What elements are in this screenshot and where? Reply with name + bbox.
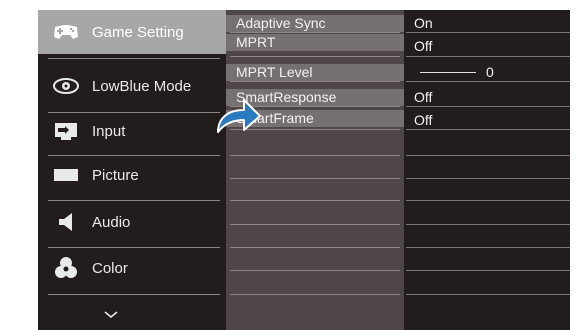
submenu-divider [230,81,400,82]
menu-item-color[interactable]: Color [38,246,226,290]
value-divider [406,129,570,130]
menu-item-label: LowBlue Mode [92,77,192,95]
value-divider [406,200,570,201]
menu-item-game-setting[interactable]: Game Setting [38,10,226,54]
menu-item-label: Game Setting [92,23,184,41]
value-label: On [414,15,433,31]
slider-track[interactable] [420,72,476,73]
osd-menu: Game Setting LowBlue Mode Input Picture … [38,10,570,330]
main-menu: Game Setting LowBlue Mode Input Picture … [38,10,226,330]
value-smartresponse[interactable]: Off [406,89,570,106]
menu-item-lowblue-mode[interactable]: LowBlue Mode [38,64,226,108]
submenu-item-label: Adaptive Sync [236,15,326,31]
value-divider [406,270,570,271]
value-mprt[interactable]: Off [406,38,570,55]
value-divider [406,155,570,156]
value-divider [406,178,570,179]
submenu-divider [230,294,400,295]
submenu-divider [230,56,400,57]
value-divider [406,224,570,225]
submenu-item-adaptive-sync[interactable]: Adaptive Sync [226,15,404,32]
menu-item-label: Picture [92,166,139,184]
value-divider [406,56,570,57]
value-adaptive-sync[interactable]: On [406,15,570,32]
speaker-icon [52,210,80,234]
picture-icon [52,163,80,187]
submenu-panel: Adaptive Sync MPRT MPRT Level SmartRespo… [226,10,404,330]
submenu-item-mprt[interactable]: MPRT [226,34,404,51]
submenu-divider [230,155,400,156]
submenu-divider [230,32,400,33]
menu-item-picture[interactable]: Picture [38,153,226,197]
submenu-divider [230,224,400,225]
slider-value: 0 [486,64,494,80]
menu-item-label: Input [92,122,126,140]
value-divider [406,32,570,33]
value-label: Off [414,89,433,105]
selection-arrow-icon [214,96,262,141]
value-label: Off [414,112,433,128]
value-smartframe[interactable]: Off [406,112,570,129]
chevron-down-icon[interactable] [104,306,118,324]
submenu-divider [230,200,400,201]
menu-divider [48,58,220,59]
submenu-item-label: MPRT Level [236,64,313,80]
value-divider [406,81,570,82]
submenu-divider [230,270,400,271]
submenu-divider [230,178,400,179]
submenu-item-label: MPRT [236,34,276,50]
value-divider [406,294,570,295]
value-panel: On Off 0 Off Off [406,10,570,330]
menu-item-input[interactable]: Input [38,109,226,153]
value-divider [406,106,570,107]
eye-icon [52,74,80,98]
menu-item-label: Color [92,259,128,277]
menu-item-label: Audio [92,213,131,231]
mprt-level-slider[interactable]: 0 [406,64,570,81]
menu-divider [48,294,220,295]
input-icon [52,119,80,143]
menu-item-audio[interactable]: Audio [38,200,226,244]
gamepad-icon [52,20,80,44]
value-divider [406,247,570,248]
color-icon [52,256,80,280]
submenu-item-mprt-level[interactable]: MPRT Level [226,64,404,81]
value-label: Off [414,38,433,54]
submenu-divider [230,247,400,248]
